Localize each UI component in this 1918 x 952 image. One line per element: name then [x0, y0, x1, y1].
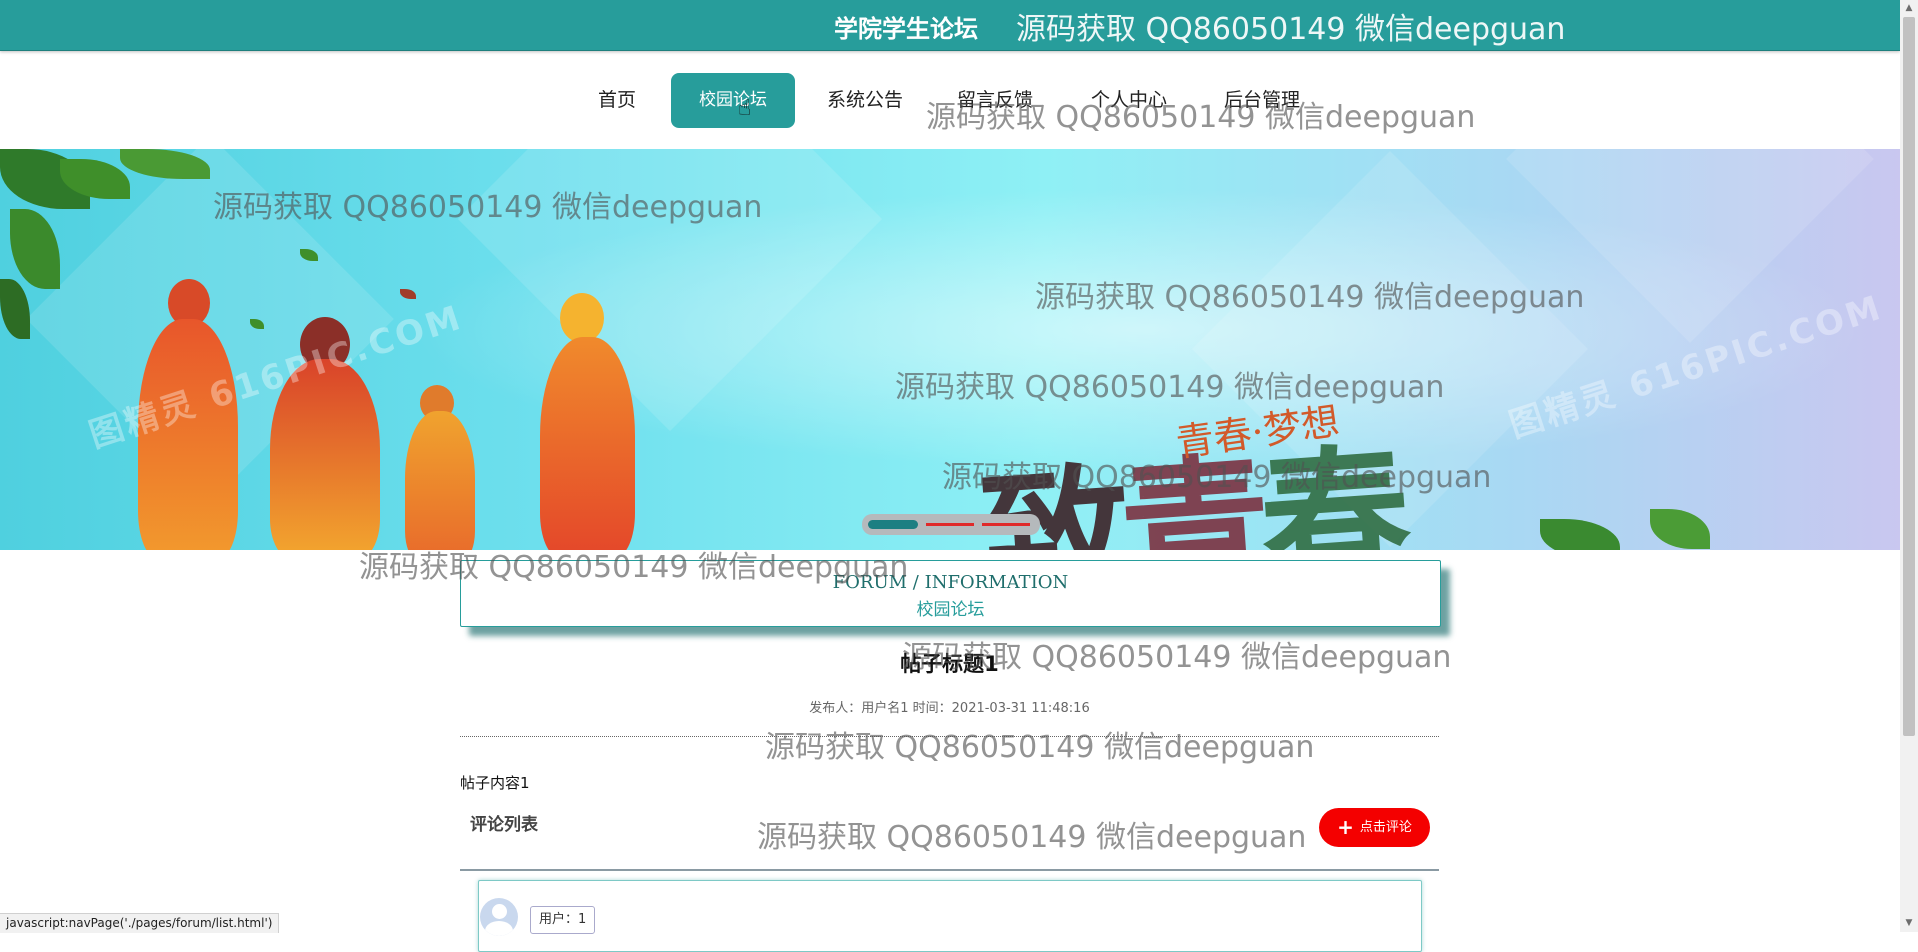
plus-icon: +: [1337, 815, 1354, 839]
comments-divider: [460, 869, 1439, 871]
watermark: 源码获取 QQ86050149 微信deepguan: [757, 820, 1307, 855]
carousel-dot-3[interactable]: [982, 523, 1030, 526]
top-bar: 学院学生论坛 源码获取 QQ86050149 微信deepguan: [0, 0, 1900, 51]
scroll-down-icon[interactable]: ▼: [1900, 915, 1918, 932]
nav-feedback[interactable]: 留言反馈: [950, 73, 1040, 128]
section-heading: FORUM / INFORMATION 校园论坛: [460, 560, 1441, 627]
watermark: 源码获取 QQ86050149 微信deepguan: [765, 730, 1315, 765]
avatar: [480, 898, 518, 936]
nav-profile[interactable]: 个人中心: [1084, 73, 1174, 128]
add-comment-label: 点击评论: [1359, 820, 1412, 835]
site-title: 学院学生论坛: [834, 15, 978, 43]
comment-card: [478, 880, 1422, 952]
nav-admin[interactable]: 后台管理: [1217, 73, 1307, 128]
header-watermark: 源码获取 QQ86050149 微信deepguan: [1016, 12, 1566, 47]
section-title-en: FORUM / INFORMATION: [832, 572, 1069, 593]
main-nav: 首页 校园论坛 系统公告 留言反馈 个人中心 后台管理: [0, 51, 1900, 149]
add-comment-button[interactable]: + 点击评论: [1319, 808, 1430, 847]
carousel-dot-2[interactable]: [926, 523, 974, 526]
carousel-dot-1[interactable]: [868, 520, 918, 529]
hand-cursor-icon: ☝: [738, 96, 752, 121]
section-title-cn: 校园论坛: [916, 600, 985, 620]
scroll-up-icon[interactable]: ▲: [1900, 0, 1918, 17]
nav-announcements[interactable]: 系统公告: [820, 73, 910, 128]
comment-user: 用户：1: [530, 906, 596, 934]
banner-carousel[interactable]: 图精灵 616PIC.COM 图精灵 616PIC.COM 致青春 青春·梦想: [0, 149, 1900, 550]
page-scrollbar[interactable]: ▲ ▼: [1900, 0, 1918, 932]
nav-home[interactable]: 首页: [592, 73, 642, 128]
post-content: 帖子内容1: [460, 774, 530, 792]
nav-forum[interactable]: 校园论坛: [671, 73, 795, 128]
comments-heading: 评论列表: [470, 815, 538, 835]
post-meta: 发布人：用户名1 时间：2021-03-31 11:48:16: [809, 701, 1090, 716]
post-title: 帖子标题1: [900, 652, 999, 676]
status-link-preview: javascript:navPage('./pages/forum/list.h…: [0, 913, 280, 933]
carousel-indicators: [862, 514, 1040, 535]
post-divider: [460, 736, 1439, 737]
scroll-thumb[interactable]: [1903, 17, 1915, 736]
